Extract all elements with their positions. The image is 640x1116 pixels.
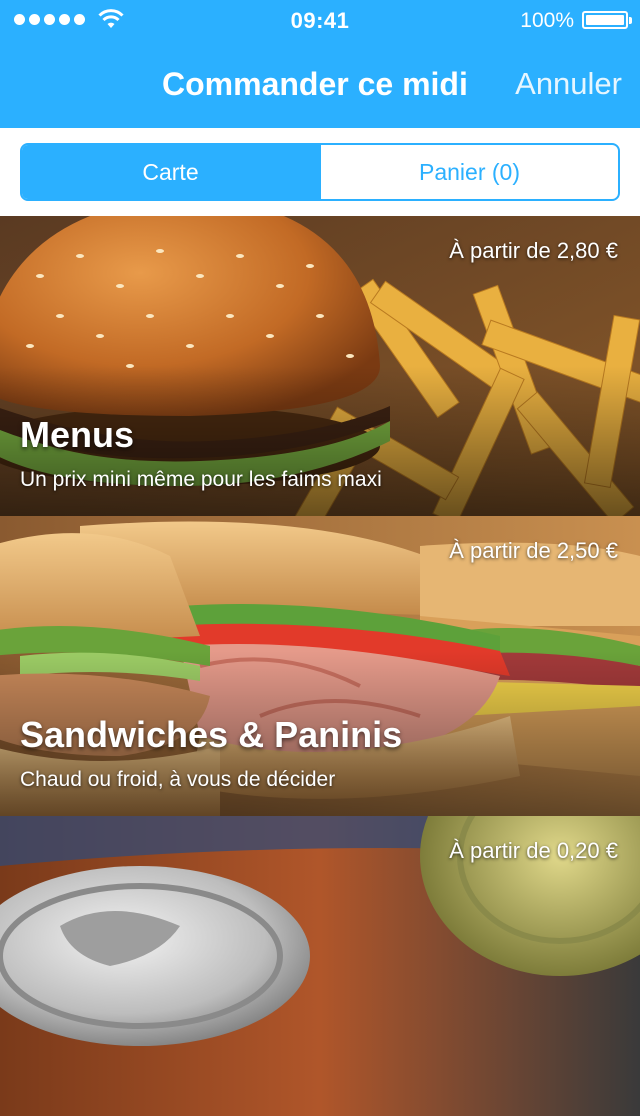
category-subtitle: Chaud ou froid, à vous de décider <box>20 768 336 791</box>
page-title: Commander ce midi <box>162 66 468 102</box>
category-price: À partir de 0,20 € <box>449 838 618 863</box>
battery-percentage: 100% <box>520 9 574 32</box>
category-title: Sandwiches & Paninis <box>20 714 403 755</box>
cancel-button[interactable]: Annuler <box>515 66 622 102</box>
category-subtitle: Un prix mini même pour les faims maxi <box>20 468 382 491</box>
segmented-control: Carte Panier (0) <box>20 143 620 201</box>
tab-panier[interactable]: Panier (0) <box>319 145 618 199</box>
battery-icon <box>582 11 632 29</box>
category-price: À partir de 2,80 € <box>449 238 618 263</box>
category-sandwiches[interactable]: À partir de 2,50 € Sandwiches & Paninis … <box>0 516 640 816</box>
category-menus[interactable]: À partir de 2,80 € Menus Un prix mini mê… <box>0 216 640 516</box>
navigation-bar: 09:41 100% Commander ce midi Annuler <box>0 0 640 128</box>
status-bar: 09:41 100% <box>0 0 640 40</box>
tab-carte[interactable]: Carte <box>22 145 319 199</box>
category-title: Menus <box>20 414 135 455</box>
category-price: À partir de 2,50 € <box>449 538 618 563</box>
category-list: À partir de 2,80 € Menus Un prix mini mê… <box>0 216 640 1116</box>
category-drinks[interactable]: À partir de 0,20 € <box>0 816 640 1116</box>
